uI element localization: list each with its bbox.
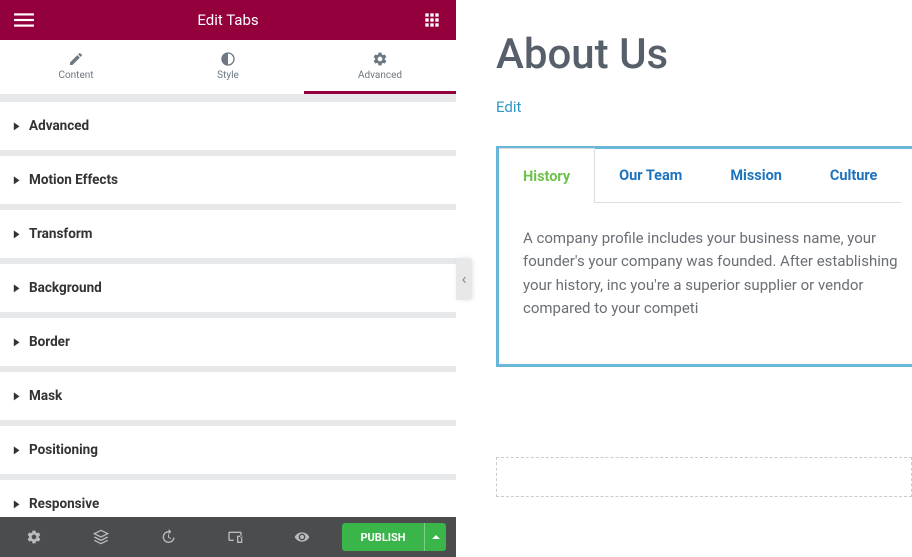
section-label: Advanced	[29, 118, 89, 134]
navigator-button[interactable]	[67, 517, 134, 557]
caret-up-icon	[431, 532, 441, 542]
tab-label: Advanced	[358, 70, 402, 81]
widget-tab-culture[interactable]: Culture	[806, 149, 901, 203]
section-label: Background	[29, 280, 102, 296]
contrast-icon	[220, 51, 236, 67]
panel-title: Edit Tabs	[197, 11, 258, 29]
widget-tabs: History Our Team Mission Culture	[499, 149, 912, 203]
caret-right-icon: ▸	[14, 280, 19, 295]
collapse-panel-button[interactable]: ‹	[456, 258, 472, 300]
widget-tab-our-team[interactable]: Our Team	[595, 149, 706, 203]
widget-tab-mission[interactable]: Mission	[706, 149, 806, 203]
section-positioning[interactable]: ▸ Positioning	[0, 426, 456, 474]
section-label: Border	[29, 334, 70, 350]
preview-area: About Us Edit History Our Team Mission C…	[456, 0, 912, 557]
caret-right-icon: ▸	[14, 388, 19, 403]
widget-tab-content: A company profile includes your business…	[499, 203, 912, 364]
section-mask[interactable]: ▸ Mask	[0, 372, 456, 420]
devices-icon	[227, 529, 243, 545]
section-transform[interactable]: ▸ Transform	[0, 210, 456, 258]
caret-right-icon: ▸	[14, 226, 19, 241]
caret-right-icon: ▸	[14, 118, 19, 133]
eye-icon	[294, 529, 310, 545]
tab-label: Style	[217, 70, 239, 81]
drop-placeholder[interactable]	[496, 457, 912, 497]
edit-link[interactable]: Edit	[496, 98, 521, 116]
history-button[interactable]	[134, 517, 201, 557]
preview-button[interactable]	[269, 517, 336, 557]
panel-header: Edit Tabs	[0, 0, 456, 40]
chevron-left-icon: ‹	[462, 269, 467, 288]
settings-button[interactable]	[0, 517, 67, 557]
tab-content[interactable]: Content	[0, 40, 152, 91]
pencil-icon	[68, 51, 84, 67]
layers-icon	[93, 529, 109, 545]
menu-icon[interactable]	[12, 8, 36, 32]
responsive-button[interactable]	[202, 517, 269, 557]
panel-footer: PUBLISH	[0, 517, 456, 557]
section-label: Mask	[29, 388, 62, 404]
caret-right-icon: ▸	[14, 334, 19, 349]
section-background[interactable]: ▸ Background	[0, 264, 456, 312]
gear-icon	[372, 51, 388, 67]
section-motion-effects[interactable]: ▸ Motion Effects	[0, 156, 456, 204]
section-advanced[interactable]: ▸ Advanced	[0, 102, 456, 150]
widget-tab-history[interactable]: History	[499, 148, 595, 203]
caret-right-icon: ▸	[14, 442, 19, 457]
tab-style[interactable]: Style	[152, 40, 304, 91]
section-label: Positioning	[29, 442, 98, 458]
section-list[interactable]: ▸ Advanced ▸ Motion Effects ▸ Transform ▸ Ba…	[0, 94, 456, 517]
panel-tabs: Content Style Advanced	[0, 40, 456, 94]
tabs-widget[interactable]: History Our Team Mission Culture A compa…	[496, 146, 912, 367]
section-label: Responsive	[29, 496, 99, 512]
caret-right-icon: ▸	[14, 172, 19, 187]
section-label: Motion Effects	[29, 172, 118, 188]
page-title: About Us	[496, 30, 912, 79]
section-responsive[interactable]: ▸ Responsive	[0, 480, 456, 517]
tab-label: Content	[58, 70, 93, 81]
apps-icon[interactable]	[420, 8, 444, 32]
history-icon	[160, 529, 176, 545]
editor-panel: Edit Tabs Content Style Advanced ▸ Advanc…	[0, 0, 456, 557]
tab-advanced[interactable]: Advanced	[304, 40, 456, 94]
caret-right-icon: ▸	[14, 496, 19, 511]
publish-button[interactable]: PUBLISH	[342, 523, 424, 551]
gear-icon	[26, 529, 42, 545]
section-border[interactable]: ▸ Border	[0, 318, 456, 366]
section-label: Transform	[29, 226, 92, 242]
publish-dropdown[interactable]	[424, 523, 446, 551]
